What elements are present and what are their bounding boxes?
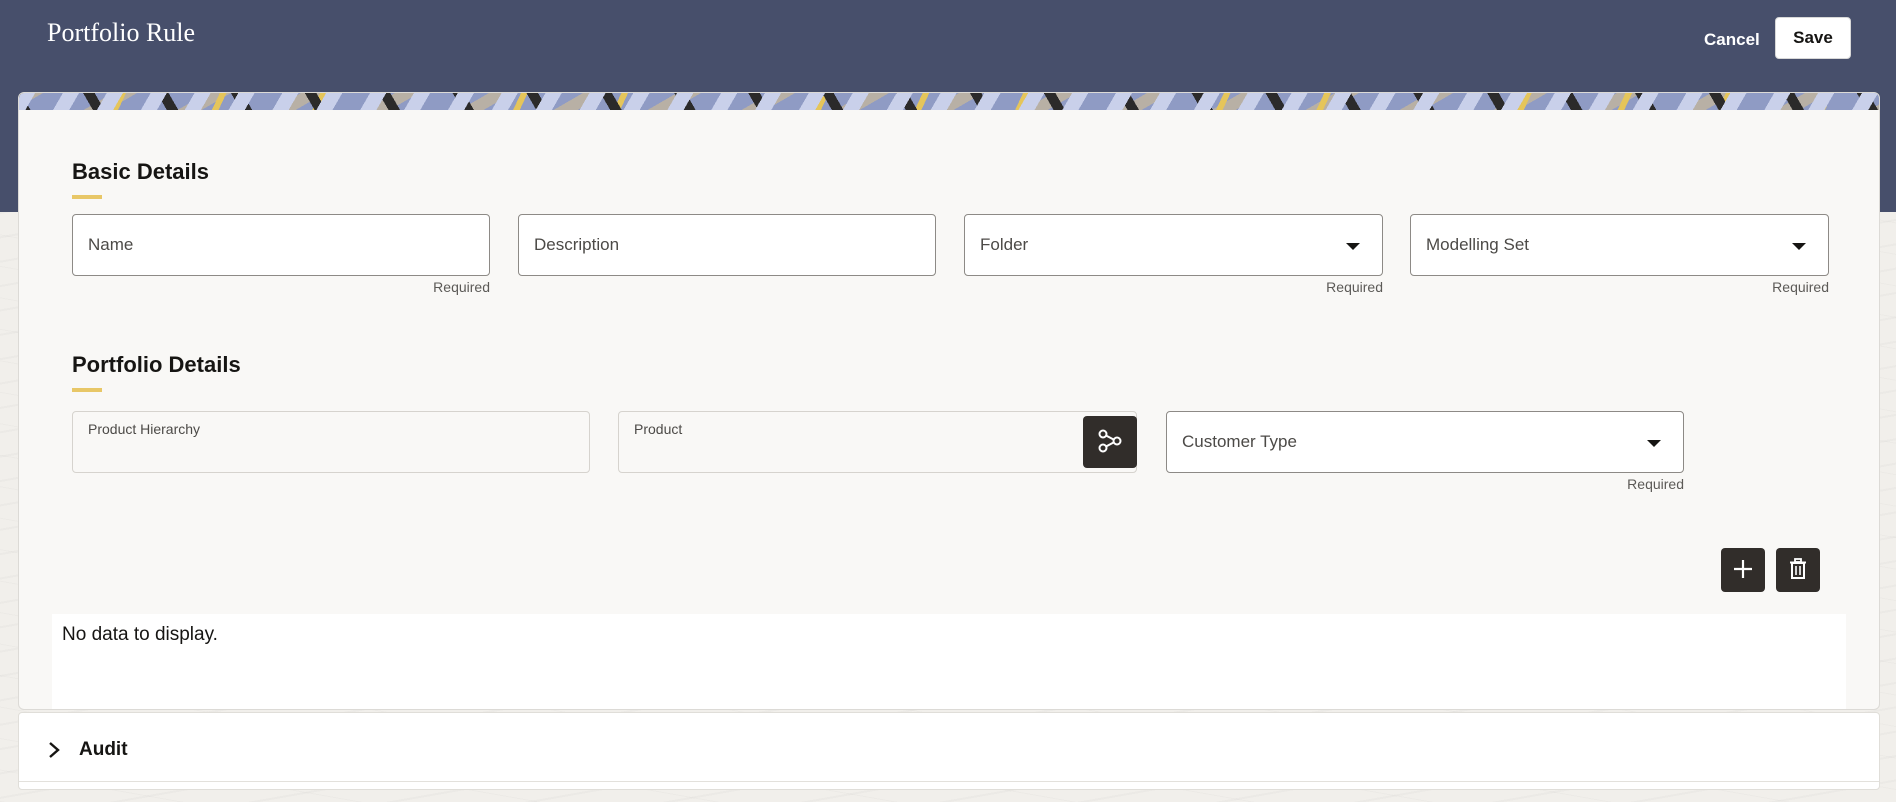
name-label: Name — [88, 235, 134, 254]
modelling-set-required-hint: Required — [1772, 279, 1829, 295]
description-field[interactable]: Description — [518, 214, 936, 276]
description-label: Description — [534, 235, 620, 254]
modelling-set-label: Modelling Set — [1426, 235, 1530, 254]
product-label: Product — [634, 421, 683, 437]
customer-type-required-hint: Required — [1627, 476, 1684, 492]
chevron-right-icon[interactable] — [43, 739, 65, 761]
folder-select[interactable]: Folder — [964, 214, 1383, 276]
section-underline — [72, 388, 102, 392]
caret-down-icon[interactable] — [1792, 243, 1806, 250]
portfolio-table: No data to display. — [52, 614, 1846, 709]
hierarchy-browser-button[interactable] — [1083, 416, 1137, 468]
customer-type-label: Customer Type — [1182, 432, 1297, 451]
caret-down-icon[interactable] — [1647, 440, 1661, 447]
plus-icon — [1732, 558, 1754, 583]
save-button[interactable]: Save — [1775, 17, 1851, 59]
name-field[interactable]: Name — [72, 214, 490, 276]
product-hierarchy-label: Product Hierarchy — [88, 421, 201, 437]
add-row-button[interactable] — [1721, 548, 1765, 592]
product-field: Product — [618, 411, 1137, 473]
empty-table-message: No data to display. — [62, 624, 218, 645]
caret-down-icon[interactable] — [1346, 243, 1360, 250]
trash-icon — [1788, 557, 1808, 583]
page-title: Portfolio Rule — [47, 18, 196, 47]
delete-row-button[interactable] — [1776, 548, 1820, 592]
audit-panel: Audit — [18, 712, 1880, 790]
portfolio-rule-form: Basic Details Name Required Description … — [18, 92, 1880, 710]
section-underline — [72, 195, 102, 199]
product-hierarchy-field: Product Hierarchy — [72, 411, 590, 473]
folder-label: Folder — [980, 235, 1029, 254]
basic-details-title: Basic Details — [72, 159, 209, 184]
audit-toggle-label[interactable]: Audit — [79, 739, 128, 761]
portfolio-details-title: Portfolio Details — [72, 352, 241, 377]
hierarchy-icon — [1097, 428, 1123, 457]
customer-type-select[interactable]: Customer Type — [1166, 411, 1684, 473]
decorative-banner — [19, 93, 1879, 110]
divider — [19, 781, 1879, 782]
modelling-set-select[interactable]: Modelling Set — [1410, 214, 1829, 276]
cancel-button[interactable]: Cancel — [1692, 24, 1772, 56]
folder-required-hint: Required — [1326, 279, 1383, 295]
name-required-hint: Required — [433, 279, 490, 295]
